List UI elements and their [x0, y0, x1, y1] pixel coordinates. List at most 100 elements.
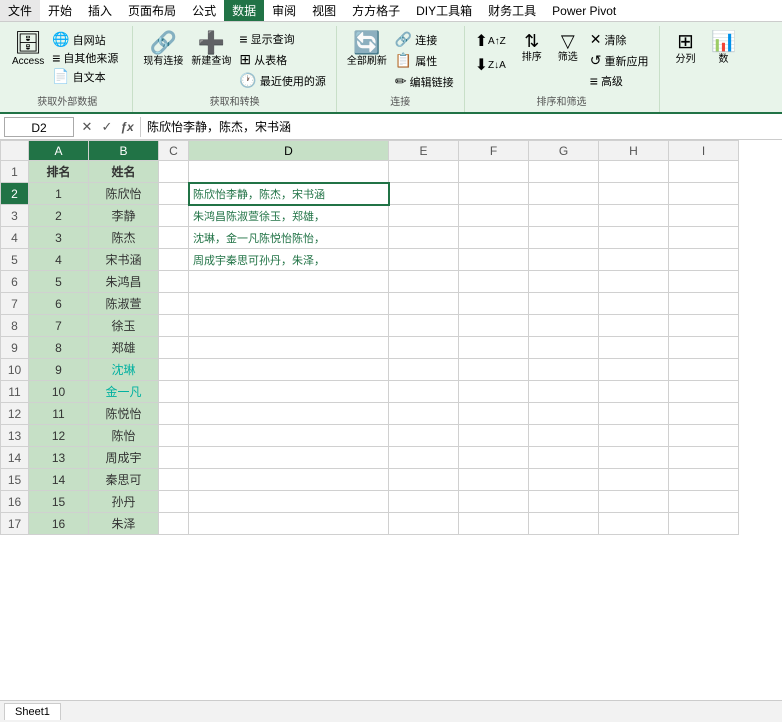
menu-formula[interactable]: 公式 — [184, 0, 224, 21]
cell-a-16[interactable]: 15 — [29, 491, 89, 513]
row-header-3[interactable]: 3 — [1, 205, 29, 227]
cell-g-10[interactable] — [529, 359, 599, 381]
cell-c-2[interactable] — [159, 183, 189, 205]
row-header-9[interactable]: 9 — [1, 337, 29, 359]
cell-e-12[interactable] — [389, 403, 459, 425]
cell-a-11[interactable]: 10 — [29, 381, 89, 403]
col-header-g[interactable]: G — [529, 141, 599, 161]
cell-f-5[interactable] — [459, 249, 529, 271]
cell-b-15[interactable]: 秦思可 — [89, 469, 159, 491]
cell-d-17[interactable] — [189, 513, 389, 535]
cell-d-12[interactable] — [189, 403, 389, 425]
sheet-tab-1[interactable]: Sheet1 — [4, 703, 61, 720]
cell-f-3[interactable] — [459, 205, 529, 227]
cell-g-3[interactable] — [529, 205, 599, 227]
cell-h-10[interactable] — [599, 359, 669, 381]
cell-h-3[interactable] — [599, 205, 669, 227]
cell-b-16[interactable]: 孙丹 — [89, 491, 159, 513]
cell-b-12[interactable]: 陈悦怡 — [89, 403, 159, 425]
confirm-formula-icon[interactable]: ✓ — [98, 118, 116, 136]
col-header-a[interactable]: A — [29, 141, 89, 161]
cell-f-15[interactable] — [459, 469, 529, 491]
cell-b-11[interactable]: 金一凡 — [89, 381, 159, 403]
cell-i-10[interactable] — [669, 359, 739, 381]
cell-d-15[interactable] — [189, 469, 389, 491]
cell-f-17[interactable] — [459, 513, 529, 535]
cell-f-6[interactable] — [459, 271, 529, 293]
cell-i-5[interactable] — [669, 249, 739, 271]
connect-button[interactable]: 🔗 连接 — [391, 30, 458, 49]
cell-a-8[interactable]: 7 — [29, 315, 89, 337]
menu-insert[interactable]: 插入 — [80, 0, 120, 21]
cell-b-3[interactable]: 李静 — [89, 205, 159, 227]
property-button[interactable]: 📋 属性 — [391, 51, 458, 70]
cell-a-3[interactable]: 2 — [29, 205, 89, 227]
cell-c-15[interactable] — [159, 469, 189, 491]
cell-i-7[interactable] — [669, 293, 739, 315]
row-header-4[interactable]: 4 — [1, 227, 29, 249]
row-header-2[interactable]: 2 — [1, 183, 29, 205]
menu-fangfangezi[interactable]: 方方格子 — [344, 0, 408, 21]
cell-g-4[interactable] — [529, 227, 599, 249]
cell-b-7[interactable]: 陈淑萱 — [89, 293, 159, 315]
menu-home[interactable]: 开始 — [40, 0, 80, 21]
cell-d-4[interactable]: 沈琳，金一凡陈悦怡陈怡， — [189, 227, 389, 249]
existing-conn-button[interactable]: 🔗 现有连接 — [139, 30, 187, 70]
edit-link-button[interactable]: ✏ 编辑链接 — [391, 72, 458, 91]
sort-button[interactable]: ⇅ 排序 — [514, 30, 550, 66]
cell-b-17[interactable]: 朱泽 — [89, 513, 159, 535]
cell-i-1[interactable] — [669, 161, 739, 183]
cell-d-11[interactable] — [189, 381, 389, 403]
cell-i-6[interactable] — [669, 271, 739, 293]
cell-h-9[interactable] — [599, 337, 669, 359]
cell-e-5[interactable] — [389, 249, 459, 271]
menu-diy[interactable]: DIY工具箱 — [408, 0, 480, 21]
cell-d-16[interactable] — [189, 491, 389, 513]
cell-c-11[interactable] — [159, 381, 189, 403]
cell-g-13[interactable] — [529, 425, 599, 447]
row-header-7[interactable]: 7 — [1, 293, 29, 315]
menu-review[interactable]: 审阅 — [264, 0, 304, 21]
cell-b-1[interactable]: 姓名 — [89, 161, 159, 183]
cell-g-1[interactable] — [529, 161, 599, 183]
cell-reference[interactable]: D2 — [4, 117, 74, 137]
cell-b-6[interactable]: 朱鸿昌 — [89, 271, 159, 293]
cell-a-12[interactable]: 11 — [29, 403, 89, 425]
cell-h-12[interactable] — [599, 403, 669, 425]
cell-i-8[interactable] — [669, 315, 739, 337]
cell-h-17[interactable] — [599, 513, 669, 535]
sort-desc-button[interactable]: ⬇ Z↓A — [471, 54, 510, 76]
row-header-14[interactable]: 14 — [1, 447, 29, 469]
cell-f-14[interactable] — [459, 447, 529, 469]
cell-g-5[interactable] — [529, 249, 599, 271]
cell-i-13[interactable] — [669, 425, 739, 447]
cell-e-11[interactable] — [389, 381, 459, 403]
row-header-13[interactable]: 13 — [1, 425, 29, 447]
cell-e-16[interactable] — [389, 491, 459, 513]
menu-file[interactable]: 文件 — [0, 0, 40, 21]
web-button[interactable]: 🌐 自网站 — [48, 30, 122, 49]
sort-asc-button[interactable]: ⬆ A↑Z — [471, 30, 510, 52]
row-header-5[interactable]: 5 — [1, 249, 29, 271]
row-header-12[interactable]: 12 — [1, 403, 29, 425]
cancel-formula-icon[interactable]: ✕ — [78, 118, 96, 136]
cell-c-6[interactable] — [159, 271, 189, 293]
cell-d-3[interactable]: 朱鸿昌陈淑萱徐玉，郑雄， — [189, 205, 389, 227]
cell-e-3[interactable] — [389, 205, 459, 227]
other-sources-button[interactable]: ≡ 自其他来源 — [48, 49, 122, 67]
cell-g-15[interactable] — [529, 469, 599, 491]
insert-function-icon[interactable]: ƒx — [118, 118, 136, 136]
row-header-16[interactable]: 16 — [1, 491, 29, 513]
menu-data[interactable]: 数据 — [224, 0, 264, 21]
cell-g-9[interactable] — [529, 337, 599, 359]
cell-e-1[interactable] — [389, 161, 459, 183]
cell-c-12[interactable] — [159, 403, 189, 425]
col-header-h[interactable]: H — [599, 141, 669, 161]
row-header-15[interactable]: 15 — [1, 469, 29, 491]
cell-h-6[interactable] — [599, 271, 669, 293]
cell-f-11[interactable] — [459, 381, 529, 403]
cell-a-15[interactable]: 14 — [29, 469, 89, 491]
cell-b-4[interactable]: 陈杰 — [89, 227, 159, 249]
cell-e-10[interactable] — [389, 359, 459, 381]
row-header-17[interactable]: 17 — [1, 513, 29, 535]
